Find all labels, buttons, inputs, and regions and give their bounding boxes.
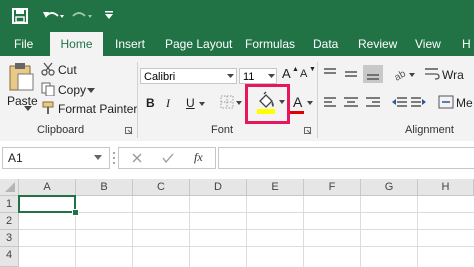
enter-icon[interactable] (162, 153, 174, 163)
formula-bar: A1 fx (0, 141, 474, 175)
undo-icon[interactable] (42, 9, 64, 23)
grid-line (19, 212, 474, 213)
tab-formulas[interactable]: Formulas (245, 32, 295, 56)
grow-font-arrow-icon: ▲ (292, 66, 299, 73)
tab-data[interactable]: Data (313, 32, 338, 56)
tab-file[interactable]: File (14, 32, 33, 56)
merge-icon[interactable] (438, 95, 454, 109)
resize-handle-icon[interactable] (112, 151, 116, 165)
grid-line (246, 196, 247, 267)
paste-button[interactable]: Paste (7, 94, 38, 108)
indent-icons[interactable] (392, 96, 426, 110)
row-header[interactable]: 1 (0, 196, 19, 213)
grid-line (19, 229, 474, 230)
paste-icon[interactable] (8, 62, 34, 92)
row-header[interactable]: 3 (0, 230, 19, 247)
active-cell[interactable] (18, 195, 76, 213)
name-box-dropdown-icon[interactable] (94, 155, 102, 160)
fill-color-dropdown-icon[interactable] (279, 100, 285, 104)
bold-button[interactable]: B (146, 96, 155, 110)
tab-review[interactable]: Review (358, 32, 397, 56)
borders-icon[interactable] (220, 95, 234, 109)
underline-button[interactable]: U (186, 96, 195, 110)
font-size-dropdown-icon[interactable] (268, 74, 275, 78)
save-icon[interactable] (12, 8, 28, 24)
dialog-launcher-icon[interactable] (125, 127, 133, 135)
formula-input[interactable] (218, 147, 474, 169)
column-header[interactable]: B (76, 179, 133, 196)
grid-line (132, 196, 133, 267)
column-header[interactable]: H (418, 179, 474, 196)
italic-button[interactable]: I (166, 96, 170, 111)
orientation-icon[interactable]: ab (393, 67, 415, 81)
tab-home[interactable]: Home (50, 32, 103, 56)
horizontal-align-icons[interactable] (322, 96, 386, 110)
copy-dropdown-icon[interactable] (87, 88, 95, 93)
font-group-label: Font (211, 124, 234, 136)
insert-function-button[interactable]: fx (194, 150, 203, 165)
column-header[interactable]: C (133, 179, 190, 196)
redo-icon[interactable] (70, 9, 92, 23)
fill-color-icon[interactable] (256, 91, 276, 115)
paste-dropdown-icon[interactable] (24, 106, 32, 112)
font-color-dropdown-icon[interactable] (307, 101, 313, 105)
shrink-font-arrow-icon: ▼ (309, 66, 316, 73)
svg-text:ab: ab (393, 68, 408, 81)
font-name-dropdown-icon[interactable] (227, 74, 234, 78)
row-header[interactable]: 2 (0, 213, 19, 230)
format-painter-button[interactable]: Format Painter (58, 102, 137, 116)
wrap-text-button[interactable]: Wra (442, 68, 464, 82)
borders-dropdown-icon[interactable] (236, 101, 242, 105)
font-name-box[interactable]: Calibri (140, 68, 237, 84)
cut-button[interactable]: Cut (58, 63, 77, 77)
font-color-swatch (290, 111, 304, 114)
select-all-corner[interactable] (0, 179, 19, 196)
clipboard-group-label: Clipboard (37, 124, 85, 136)
copy-button[interactable]: Copy (58, 83, 86, 97)
tab-insert[interactable]: Insert (115, 32, 145, 56)
font-dialog-launcher-icon[interactable] (304, 127, 312, 135)
cancel-icon[interactable] (132, 153, 142, 163)
grid-line (417, 196, 418, 267)
column-header[interactable]: F (304, 179, 361, 196)
grow-font-button[interactable]: A (282, 66, 291, 81)
alignment-group-label: Alignment (405, 124, 454, 136)
grid-line (303, 196, 304, 267)
grid-line (189, 196, 190, 267)
wrap-text-icon[interactable] (424, 67, 440, 81)
row-header[interactable]: 4 (0, 247, 19, 267)
shrink-font-button[interactable]: A (300, 68, 307, 80)
merge-center-button[interactable]: Me (456, 96, 473, 110)
column-header[interactable]: E (247, 179, 304, 196)
column-header[interactable]: G (361, 179, 418, 196)
font-size-value: 11 (243, 71, 255, 83)
grid-line (360, 196, 361, 267)
underline-dropdown-icon[interactable] (199, 102, 205, 106)
tab-view[interactable]: View (415, 32, 441, 56)
font-name-value: Calibri (144, 71, 176, 83)
ribbon-tabs: File Home Insert Page Layout Formulas Da… (0, 32, 474, 56)
format-painter-icon[interactable] (41, 101, 55, 115)
fill-handle[interactable] (72, 209, 79, 216)
name-box-value: A1 (8, 151, 23, 165)
group-separator (317, 62, 318, 138)
group-separator (137, 62, 138, 138)
quick-access-toolbar (0, 0, 474, 32)
customize-qat-icon[interactable] (104, 10, 114, 20)
tab-page-layout[interactable]: Page Layout (165, 32, 232, 56)
grid-line (19, 246, 474, 247)
copy-icon[interactable] (41, 82, 55, 96)
tab-help[interactable]: H (462, 32, 471, 56)
vertical-align-icons[interactable] (322, 65, 386, 83)
column-header[interactable]: A (19, 179, 76, 196)
cut-icon[interactable] (41, 62, 55, 76)
column-header[interactable]: D (190, 179, 247, 196)
font-color-button[interactable]: A (293, 94, 302, 110)
